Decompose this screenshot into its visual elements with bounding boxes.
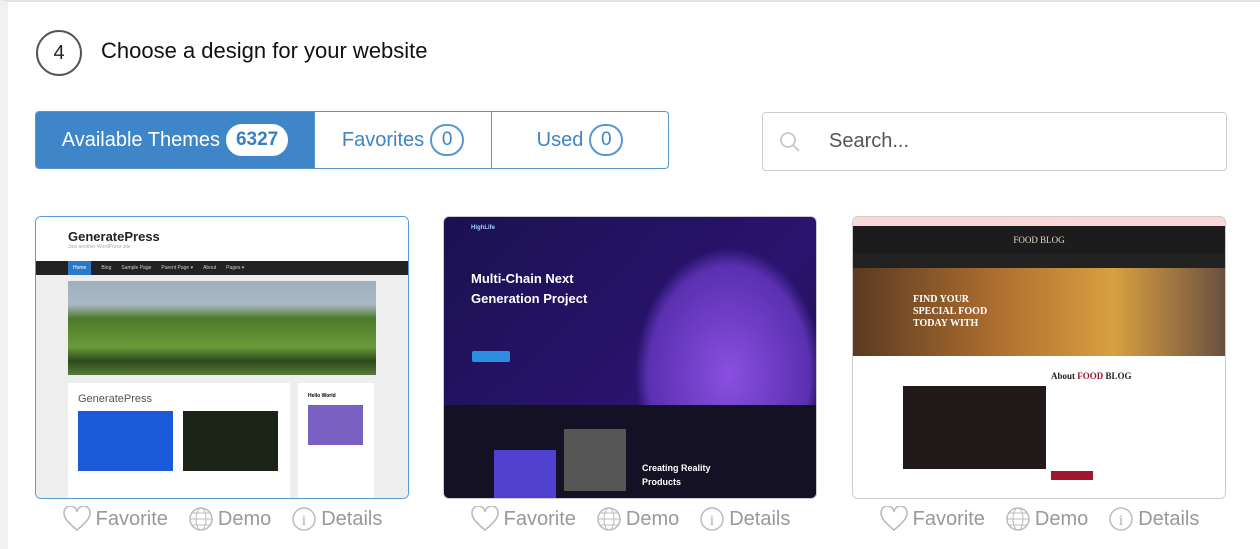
preview-button xyxy=(472,351,510,362)
page-title: Choose a design for your website xyxy=(101,38,428,63)
preview-logo: FOOD BLOG xyxy=(853,226,1225,254)
globe-icon xyxy=(189,507,213,531)
favorite-label: Favorite xyxy=(912,507,985,530)
demo-button[interactable]: Demo xyxy=(188,506,271,532)
preview-nav-item: Home xyxy=(68,261,92,275)
preview-nav xyxy=(853,254,1225,268)
about-prefix: About xyxy=(1051,371,1076,381)
theme-card-highlife[interactable]: HighLife Multi-Chain Next Generation Pro… xyxy=(443,216,817,499)
preview-hero-image: FIND YOUR SPECIAL FOOD TODAY WITH xyxy=(853,268,1225,356)
tab-available-themes[interactable]: Available Themes 6327 xyxy=(36,112,314,168)
preview-nav-item: About xyxy=(203,265,217,271)
details-label: Details xyxy=(1138,507,1200,530)
info-icon: i xyxy=(292,507,316,531)
tab-favorites[interactable]: Favorites 0 xyxy=(314,112,491,168)
demo-label: Demo xyxy=(1034,507,1089,530)
info-icon: i xyxy=(700,507,724,531)
preview-image xyxy=(903,386,1046,469)
preview-body: About FOOD BLOG xyxy=(853,356,1225,498)
preview-topbar xyxy=(853,217,1225,226)
theme-actions: Favorite Demo i Details xyxy=(852,506,1226,532)
preview-headline: FIND YOUR SPECIAL FOOD TODAY WITH xyxy=(913,294,988,329)
favorite-button[interactable]: Favorite xyxy=(62,506,168,532)
preview-title: GeneratePress xyxy=(78,393,152,405)
theme-actions: Favorite Demo i Details xyxy=(35,506,409,532)
preview-hero-image xyxy=(634,247,816,407)
search-box xyxy=(762,112,1227,171)
preview-logo: HighLife xyxy=(471,225,495,231)
preview-sidebar: Hello World xyxy=(298,383,374,498)
preview-body: GeneratePress Hello World xyxy=(36,275,408,498)
svg-text:i: i xyxy=(302,513,306,529)
demo-button[interactable]: Demo xyxy=(596,506,679,532)
heart-icon xyxy=(470,506,499,532)
preview-button xyxy=(1051,471,1093,480)
demo-label: Demo xyxy=(625,507,680,530)
globe-icon xyxy=(597,507,621,531)
preview-subheadline: Creating Reality Products xyxy=(642,463,711,487)
favorite-button[interactable]: Favorite xyxy=(879,506,985,532)
theme-tabs: Available Themes 6327 Favorites 0 Used 0 xyxy=(35,111,669,169)
theme-card-generatepress[interactable]: GeneratePress Just another WordPress site… xyxy=(35,216,409,499)
theme-preview: HighLife Multi-Chain Next Generation Pro… xyxy=(444,217,816,498)
theme-actions: Favorite Demo i Details xyxy=(443,506,817,532)
globe-icon xyxy=(1006,507,1030,531)
preview-headline: Multi-Chain Next Generation Project xyxy=(471,271,588,306)
svg-text:i: i xyxy=(1119,513,1123,529)
favorite-label: Favorite xyxy=(503,507,576,530)
count-badge: 0 xyxy=(589,124,624,156)
sidebar-title: Hello World xyxy=(308,393,336,399)
count-badge: 0 xyxy=(430,124,465,156)
step-number: 4 xyxy=(36,30,82,76)
demo-button[interactable]: Demo xyxy=(1005,506,1088,532)
preview-tagline: Just another WordPress site xyxy=(68,244,131,250)
details-label: Details xyxy=(321,507,383,530)
about-suffix: BLOG xyxy=(1105,371,1132,381)
demo-label: Demo xyxy=(217,507,272,530)
preview-nav-item: Sample Page xyxy=(121,265,152,271)
tab-label: Favorites xyxy=(341,128,425,151)
info-icon: i xyxy=(1109,507,1133,531)
heart-icon xyxy=(62,506,91,532)
count-badge: 6327 xyxy=(225,124,289,156)
svg-text:i: i xyxy=(710,513,714,529)
preview-nav-item: Blog xyxy=(101,265,112,271)
details-button[interactable]: i Details xyxy=(1108,506,1199,532)
preview-section xyxy=(444,405,816,498)
tab-label: Used xyxy=(536,128,584,151)
heart-icon xyxy=(879,506,908,532)
theme-preview: GeneratePress Just another WordPress site xyxy=(36,217,408,261)
details-button[interactable]: i Details xyxy=(699,506,790,532)
details-label: Details xyxy=(729,507,791,530)
theme-card-food-blog[interactable]: FOOD BLOG FIND YOUR SPECIAL FOOD TODAY W… xyxy=(852,216,1226,499)
about-highlight: FOOD xyxy=(1077,371,1104,381)
preview-heading: GeneratePress xyxy=(68,229,160,244)
favorite-label: Favorite xyxy=(95,507,168,530)
tab-label: Available Themes xyxy=(61,128,220,151)
search-input[interactable] xyxy=(829,130,1189,153)
search-icon xyxy=(780,131,800,152)
preview-main: GeneratePress xyxy=(68,383,290,498)
preview-nav-item: Pages ▾ xyxy=(226,265,245,271)
preview-about-title: About FOOD BLOG xyxy=(1051,371,1132,381)
favorite-button[interactable]: Favorite xyxy=(470,506,576,532)
preview-nav-item: Parent Page ▾ xyxy=(161,265,194,271)
preview-nav: Home Blog Sample Page Parent Page ▾ About Pag… xyxy=(36,261,408,275)
tab-used[interactable]: Used 0 xyxy=(491,112,668,168)
details-button[interactable]: i Details xyxy=(291,506,382,532)
preview-hero-image xyxy=(68,281,376,375)
